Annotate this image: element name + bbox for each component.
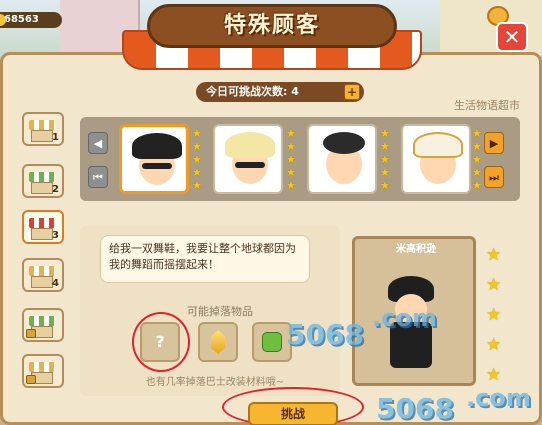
shop-awning-icon [29,218,55,228]
star-icon: ★ [192,153,202,166]
thumbs-up-icon [262,332,282,352]
attempts-label: 今日可挑战次数: 4 [206,85,299,98]
star-icon: ★ [192,179,202,192]
star-icon: ★ [286,140,296,153]
shop-icon [31,228,53,240]
hat-icon [132,133,182,159]
add-attempts-button[interactable]: + [344,84,360,100]
drop-note: 也有几率掉落巴士改装材料哦~ [145,377,285,388]
star-icon: ★ [192,127,202,140]
customer-stars: ★ ★ ★ ★ ★ [192,127,204,192]
hair-icon [323,132,365,154]
attempts-bar: 今日可挑战次数: 4 [196,82,364,102]
tab-shop-4[interactable]: 4 [22,258,64,292]
star-icon: ★ [486,305,502,325]
first-customer-button[interactable]: ⏮ [88,166,108,188]
watermark: .com [466,384,531,412]
star-icon: ★ [380,166,390,179]
shop-awning-icon [29,316,55,326]
star-icon: ★ [472,153,482,166]
lock-icon [26,375,36,384]
star-icon: ★ [380,153,390,166]
tab-number: 1 [52,132,59,143]
star-icon: ★ [286,153,296,166]
speech-bubble: 给我一双舞鞋，我要让整个地球都因为我的舞蹈而摇摆起来！ [100,235,310,283]
tab-shop-3[interactable]: 3 [22,210,64,244]
shop-awning-icon [29,266,55,276]
lock-icon [26,329,36,338]
panel-title: 特殊顾客 [223,13,320,38]
star-icon: ★ [472,166,482,179]
market-name: 生活物语超市 [454,99,520,112]
star-icon: ★ [486,335,502,355]
star-icon: ★ [472,179,482,192]
sunglasses-icon [235,162,265,168]
tab-number: 3 [52,230,59,241]
star-icon: ★ [486,275,502,295]
tab-number: 2 [52,184,59,195]
customer-card-blonde[interactable] [213,124,283,194]
shop-awning-icon [29,362,55,372]
star-icon: ★ [286,166,296,179]
star-icon: ★ [192,140,202,153]
challenge-button[interactable]: 挑战 [248,402,338,425]
tab-shop-2[interactable]: 2 [22,164,64,198]
star-icon: ★ [380,179,390,192]
customer-stars: ★ ★ ★ ★ ★ [286,127,298,192]
shop-awning-icon [29,120,55,130]
turban-icon [413,132,463,158]
close-button[interactable]: ✕ [496,22,528,52]
tab-number: 4 [52,278,59,289]
star-icon: ★ [380,140,390,153]
star-icon: ★ [286,127,296,140]
shop-icon [31,276,53,288]
difficulty-stars: ★ ★ ★ ★ ★ [486,240,506,390]
star-icon: ★ [286,179,296,192]
drop-item-crystal[interactable] [198,322,238,362]
highlight-circle [132,312,190,372]
shop-icon [31,182,53,194]
tab-shop-1[interactable]: 1 [22,112,64,146]
customer-stars: ★ ★ ★ ★ ★ [472,127,484,192]
customer-card-turban[interactable] [401,124,471,194]
shop-icon [31,130,53,142]
next-customer-button[interactable]: ▶ [484,132,504,154]
sunglasses-icon [142,163,172,169]
watermark: .com [372,304,437,332]
coin-value: 68563 [4,14,39,25]
customer-card-black-hat[interactable] [119,124,189,194]
coin-counter: 68563 [0,12,62,28]
tab-shop-6[interactable] [22,354,64,388]
prev-customer-button[interactable]: ◀ [88,132,108,154]
customer-stars: ★ ★ ★ ★ ★ [380,127,392,192]
tab-shop-5[interactable] [22,308,64,342]
star-icon: ★ [192,166,202,179]
watermark: 5068 [286,318,364,351]
title-awning: 特殊顾客 [122,4,422,74]
watermark: 5068 [376,392,454,425]
customer-card-dark-hair[interactable] [307,124,377,194]
shop-awning-icon [29,172,55,182]
crystal-icon [211,330,225,354]
star-icon: ★ [472,140,482,153]
last-customer-button[interactable]: ⏭ [484,166,504,188]
star-icon: ★ [486,245,502,265]
customer-name: 米高积逊 [396,244,436,255]
star-icon: ★ [472,127,482,140]
star-icon: ★ [380,127,390,140]
hair-icon [225,132,275,158]
